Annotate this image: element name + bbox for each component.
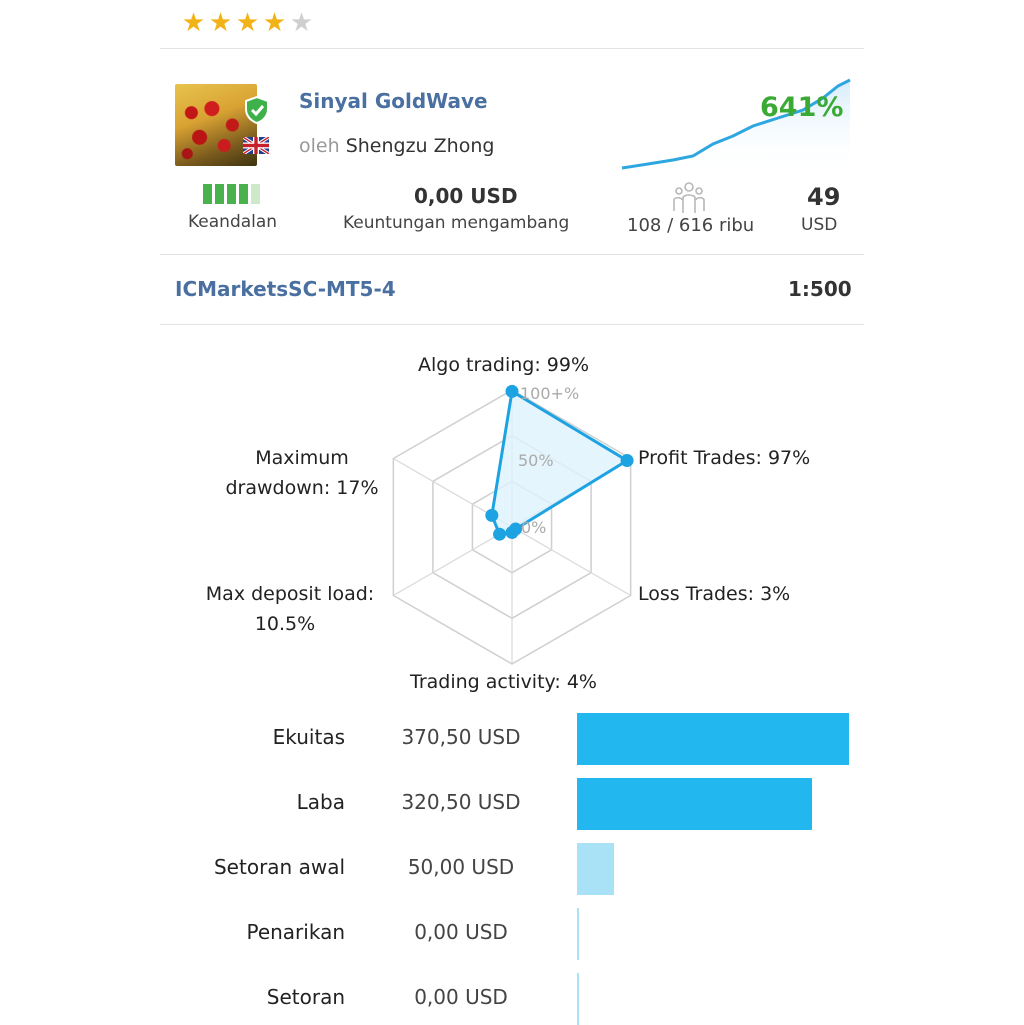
- balance-label: Ekuitas: [272, 725, 345, 749]
- balance-label: Laba: [296, 790, 345, 814]
- radar-data-point[interactable]: [485, 508, 499, 522]
- radar-label-line: Max deposit load:: [205, 583, 375, 605]
- balance-value: 0,00 USD: [414, 985, 508, 1009]
- radar-label-trading-activity: Trading activity: 4%: [410, 671, 597, 693]
- balance-value: 320,50 USD: [401, 790, 521, 814]
- balance-value: 0,00 USD: [414, 920, 508, 944]
- balance-bar: [577, 973, 579, 1025]
- radar-data-area: [490, 388, 630, 536]
- balance-label: Setoran awal: [213, 855, 345, 879]
- radar-label-max-drawdown: Maximum drawdown: 17%: [202, 443, 402, 503]
- balance-bar: [577, 843, 614, 895]
- radar-data-point[interactable]: [505, 384, 519, 398]
- radar-data-point[interactable]: [493, 527, 507, 541]
- radar-data-point[interactable]: [620, 454, 634, 468]
- balance-value: 50,00 USD: [407, 855, 515, 879]
- balance-value: 370,50 USD: [401, 725, 521, 749]
- balance-bar: [577, 908, 579, 960]
- radar-label-loss-trades: Loss Trades: 3%: [638, 583, 791, 605]
- balance-label: Setoran: [266, 985, 345, 1009]
- radar-scale-50: 50%: [518, 451, 554, 470]
- radar-label-algo-trading: Algo trading: 99%: [418, 354, 590, 376]
- balance-bar: [577, 713, 849, 765]
- radar-label-profit-trades: Profit Trades: 97%: [638, 447, 811, 469]
- radar-scale-100: 100+%: [520, 384, 579, 403]
- balance-label: Penarikan: [246, 920, 345, 944]
- balance-bar: [577, 778, 813, 830]
- radar-label-line: drawdown: 17%: [225, 477, 379, 499]
- radar-scale-0: 0%: [521, 518, 546, 537]
- radar-label-line: 10.5%: [254, 613, 316, 635]
- radar-label-line: Maximum: [255, 447, 349, 469]
- radar-label-max-deposit-load: Max deposit load: 10.5%: [190, 579, 390, 639]
- radar-data-point[interactable]: [505, 525, 519, 539]
- radar-spoke: [511, 526, 631, 597]
